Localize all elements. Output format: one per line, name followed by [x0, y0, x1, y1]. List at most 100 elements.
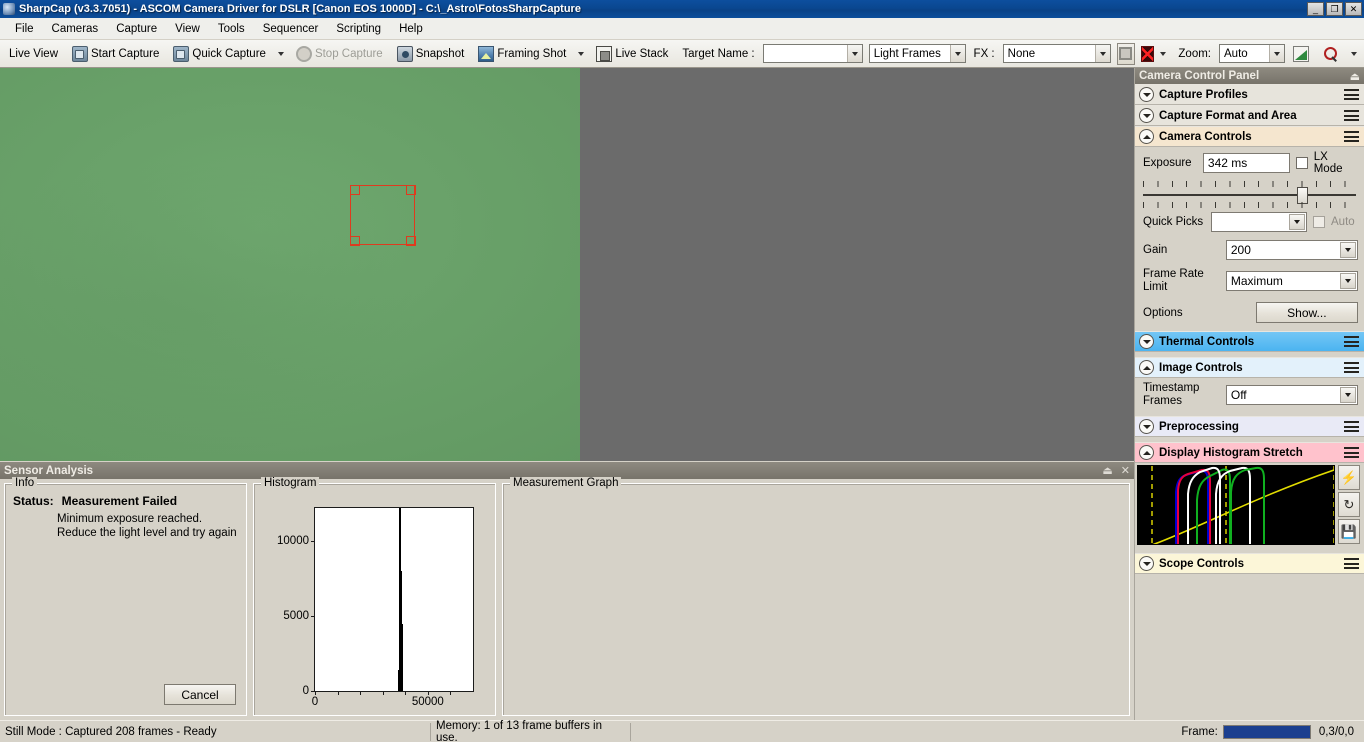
chevron-down-icon[interactable]	[1340, 242, 1356, 258]
fx-select[interactable]: None	[1002, 44, 1111, 63]
maximize-button[interactable]: ❐	[1326, 2, 1343, 16]
menu-icon[interactable]	[1344, 362, 1359, 373]
reset-icon[interactable]: ↻	[1338, 492, 1360, 517]
chevron-down-icon[interactable]	[1269, 45, 1285, 62]
roi-handle-bottom-right[interactable]	[405, 235, 416, 246]
roi-selection-box[interactable]	[349, 184, 416, 246]
chevron-down-icon[interactable]	[1139, 334, 1154, 349]
save-icon[interactable]: 💾	[1338, 519, 1360, 544]
zoom-select[interactable]: Auto	[1219, 44, 1286, 63]
menu-tools[interactable]: Tools	[209, 20, 254, 38]
target-name-input[interactable]	[762, 44, 863, 63]
pin-icon[interactable]: ⏏	[1350, 70, 1360, 83]
gain-select[interactable]: 200	[1225, 240, 1358, 260]
chevron-down-icon[interactable]	[1139, 87, 1154, 102]
roi-handle-bottom-left[interactable]	[349, 235, 360, 246]
menu-capture[interactable]: Capture	[107, 20, 166, 38]
menu-icon[interactable]	[1344, 421, 1359, 432]
pin-icon[interactable]: ⏏	[1102, 464, 1112, 477]
menu-icon[interactable]	[1344, 131, 1359, 142]
section-image-controls[interactable]: Image Controls	[1135, 357, 1364, 378]
quick-capture-dropdown-icon[interactable]	[277, 51, 284, 56]
cancel-button[interactable]: Cancel	[164, 684, 236, 705]
close-button[interactable]: ✕	[1345, 2, 1362, 16]
chevron-down-icon[interactable]	[1340, 273, 1356, 289]
live-stack-button[interactable]: Live Stack	[590, 42, 674, 66]
zoom-tool-dropdown-icon[interactable]	[1351, 51, 1358, 56]
quick-capture-button[interactable]: Quick Capture	[167, 42, 272, 66]
chevron-up-icon[interactable]	[1139, 360, 1154, 375]
live-view-button[interactable]: Live View	[3, 44, 64, 64]
menu-sequencer[interactable]: Sequencer	[254, 20, 328, 38]
close-icon[interactable]: ✕	[1121, 464, 1130, 477]
auto-stretch-icon[interactable]: ⚡	[1338, 465, 1360, 490]
section-capture-profiles[interactable]: Capture Profiles	[1135, 84, 1364, 105]
lx-mode-checkbox[interactable]	[1295, 157, 1308, 169]
gain-row: Gain 200	[1135, 236, 1364, 264]
framing-shot-button[interactable]: Framing Shot	[472, 42, 572, 66]
histogram-stretch-graph[interactable]	[1137, 465, 1335, 545]
fx-label: FX :	[973, 47, 995, 60]
x-axis-tick	[427, 691, 429, 695]
menu-icon[interactable]	[1344, 89, 1359, 100]
menu-file[interactable]: File	[6, 20, 43, 38]
menu-icon[interactable]	[1344, 110, 1359, 121]
zoom-tool-button[interactable]	[1317, 42, 1345, 66]
section-label: Display Histogram Stretch	[1159, 446, 1303, 459]
chevron-down-icon[interactable]	[1094, 45, 1110, 62]
crosshair-overlay-button[interactable]	[1141, 45, 1155, 62]
exposure-input[interactable]: 342 ms	[1202, 153, 1290, 173]
menu-icon[interactable]	[1344, 447, 1359, 458]
snapshot-button[interactable]: Snapshot	[391, 42, 471, 66]
quick-picks-select[interactable]	[1211, 212, 1307, 232]
roi-handle-top-right[interactable]	[405, 184, 416, 195]
options-show-button[interactable]: Show...	[1255, 302, 1358, 323]
timestamp-frames-select[interactable]: Off	[1225, 385, 1358, 405]
chevron-down-icon[interactable]	[949, 45, 965, 62]
histogram-tool-button[interactable]	[1287, 42, 1315, 66]
chevron-down-icon[interactable]	[1289, 214, 1305, 230]
chevron-down-icon[interactable]	[1139, 556, 1154, 571]
menu-view[interactable]: View	[166, 20, 209, 38]
section-thermal-controls[interactable]: Thermal Controls	[1135, 331, 1364, 352]
chevron-down-icon[interactable]	[846, 45, 862, 62]
menu-cameras[interactable]: Cameras	[43, 20, 108, 38]
section-preprocessing[interactable]: Preprocessing	[1135, 416, 1364, 437]
section-capture-format-and-area[interactable]: Capture Format and Area	[1135, 105, 1364, 126]
menu-icon[interactable]	[1344, 336, 1359, 347]
slider-track[interactable]	[1143, 187, 1356, 204]
roi-handle-top-left[interactable]	[349, 184, 360, 195]
frame-type-select[interactable]: Light Frames	[868, 44, 966, 63]
chevron-up-icon[interactable]	[1139, 445, 1154, 460]
camera-preview-area[interactable]	[0, 68, 1134, 461]
menu-help[interactable]: Help	[390, 20, 432, 38]
stop-capture-button[interactable]: Stop Capture	[290, 42, 389, 66]
overlay-dropdown-icon[interactable]	[1160, 51, 1167, 56]
section-display-histogram-stretch[interactable]: Display Histogram Stretch	[1135, 442, 1364, 463]
square-icon	[1119, 47, 1133, 60]
histogram-plot-area[interactable]: 0 5000 10000 0 50000	[277, 507, 474, 708]
menu-icon[interactable]	[1344, 558, 1359, 569]
frame-rate-limit-select[interactable]: Maximum	[1225, 271, 1358, 291]
section-scope-controls[interactable]: Scope Controls	[1135, 553, 1364, 574]
chevron-down-icon[interactable]	[1139, 108, 1154, 123]
histogram-group-inner: 0 5000 10000 0 50000	[254, 484, 495, 715]
framing-shot-dropdown-icon[interactable]	[578, 51, 585, 56]
display-area-button[interactable]	[1116, 42, 1136, 65]
start-capture-button[interactable]: Start Capture	[66, 42, 165, 66]
target-name-group: Target Name :	[676, 44, 760, 64]
section-camera-controls[interactable]: Camera Controls	[1135, 126, 1364, 147]
menu-scripting[interactable]: Scripting	[327, 20, 390, 38]
exposure-slider[interactable]	[1135, 179, 1364, 208]
preview-image[interactable]	[0, 68, 580, 461]
chevron-up-icon[interactable]	[1139, 129, 1154, 144]
section-label: Scope Controls	[1159, 557, 1244, 570]
status-label: Status:	[13, 494, 54, 508]
camera-control-panel-titlebar: Camera Control Panel ⏏	[1135, 68, 1364, 84]
auto-exposure-checkbox[interactable]	[1313, 216, 1325, 228]
timestamp-frames-row: Timestamp Frames Off	[1135, 378, 1364, 412]
chevron-down-icon[interactable]	[1139, 419, 1154, 434]
minimize-button[interactable]: _	[1307, 2, 1324, 16]
section-label: Capture Profiles	[1159, 88, 1248, 101]
chevron-down-icon[interactable]	[1340, 387, 1356, 403]
